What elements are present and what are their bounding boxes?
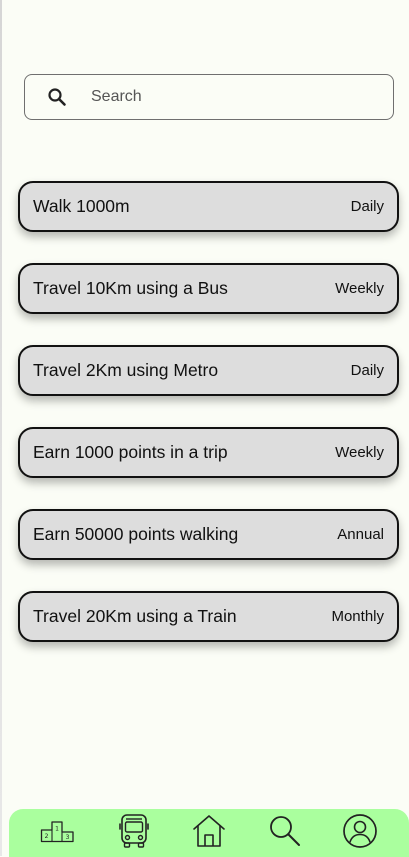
- challenge-title: Earn 1000 points in a trip: [33, 442, 228, 462]
- challenge-card[interactable]: Earn 50000 points walking Annual: [18, 509, 399, 560]
- bus-icon: [117, 813, 151, 854]
- podium-label: 2: [45, 833, 49, 840]
- challenge-frequency: Daily: [350, 198, 384, 215]
- search-bar[interactable]: [24, 74, 394, 120]
- challenge-card[interactable]: Travel 2Km using Metro Daily: [18, 345, 399, 396]
- podium-label: 1: [55, 825, 59, 832]
- nav-profile-button[interactable]: [340, 813, 380, 853]
- challenge-frequency: Annual: [337, 526, 384, 543]
- podium-label: 3: [66, 834, 70, 841]
- home-icon: [191, 814, 227, 853]
- nav-bus-button[interactable]: [114, 813, 154, 853]
- nav-search-button[interactable]: [265, 813, 305, 853]
- challenge-card[interactable]: Travel 20Km using a Train Monthly: [18, 591, 399, 642]
- challenge-card[interactable]: Walk 1000m Daily: [18, 181, 399, 232]
- challenge-title: Walk 1000m: [33, 196, 130, 216]
- challenge-title: Travel 2Km using Metro: [33, 360, 219, 380]
- profile-icon: [342, 813, 378, 854]
- search-icon: [268, 814, 302, 853]
- search-icon: [45, 85, 69, 109]
- challenge-card[interactable]: Travel 10Km using a Bus Weekly: [18, 263, 399, 314]
- left-edge-divider: [0, 0, 2, 856]
- challenge-frequency: Monthly: [331, 608, 384, 625]
- challenge-frequency: Daily: [350, 362, 384, 379]
- challenge-title: Travel 20Km using a Train: [33, 606, 237, 626]
- nav-leaderboard-button[interactable]: 2 1 3: [38, 813, 78, 853]
- search-input[interactable]: [89, 87, 353, 107]
- challenge-title: Travel 10Km using a Bus: [33, 278, 228, 298]
- nav-home-button[interactable]: [189, 813, 229, 853]
- challenge-card[interactable]: Earn 1000 points in a trip Weekly: [18, 427, 399, 478]
- bottom-navigation-bar: 2 1 3: [9, 809, 409, 857]
- challenge-title: Earn 50000 points walking: [33, 524, 239, 544]
- challenge-frequency: Weekly: [335, 280, 384, 297]
- challenge-frequency: Weekly: [335, 444, 384, 461]
- podium-icon: 2 1 3: [40, 819, 76, 848]
